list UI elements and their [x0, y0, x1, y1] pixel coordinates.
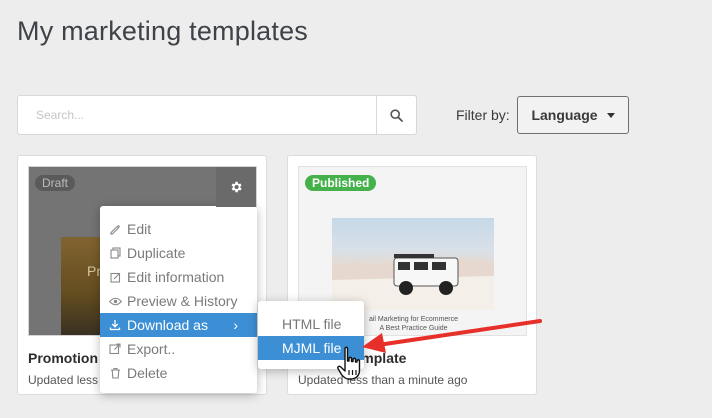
hand-pointer-cursor-icon — [337, 346, 361, 380]
copy-icon — [108, 246, 122, 260]
menu-item-export[interactable]: Export.. — [100, 337, 257, 361]
caret-down-icon — [606, 112, 615, 118]
menu-item-label: Preview & History — [127, 293, 238, 309]
search-box — [17, 95, 417, 135]
menu-item-label: Download as — [127, 317, 208, 333]
pencil-icon — [108, 222, 122, 236]
language-filter-button[interactable]: Language — [517, 96, 629, 134]
menu-item-edit-information[interactable]: Edit information — [100, 265, 257, 289]
search-input[interactable] — [18, 96, 376, 134]
menu-item-download-as[interactable]: Download as › — [100, 313, 257, 337]
menu-item-label: Export.. — [127, 341, 176, 357]
export-icon — [108, 342, 122, 356]
template-settings-button[interactable] — [216, 167, 256, 207]
status-badge: Draft — [35, 175, 76, 191]
trash-icon — [108, 366, 122, 380]
status-badge: Published — [305, 175, 377, 191]
menu-item-label: Delete — [127, 365, 168, 381]
template-updated: Updated less than a minute ago — [298, 373, 468, 387]
gear-icon — [231, 181, 242, 193]
annotation-arrow-icon — [362, 319, 542, 353]
template-updated: Updated less — [28, 373, 99, 387]
eye-icon — [108, 294, 122, 308]
menu-item-label: Edit — [127, 221, 152, 237]
menu-item-label: Duplicate — [127, 245, 186, 261]
menu-item-duplicate[interactable]: Duplicate — [100, 241, 257, 265]
submenu-item-html-file[interactable]: HTML file — [258, 312, 364, 336]
vehicle-photo-illustration — [332, 254, 494, 310]
download-icon — [108, 318, 122, 332]
language-filter-label: Language — [531, 107, 598, 123]
page-title: My marketing templates — [17, 16, 308, 46]
menu-item-delete[interactable]: Delete — [100, 361, 257, 385]
menu-item-label: Edit information — [127, 269, 225, 285]
template-title: Promotion 2 — [28, 350, 110, 366]
menu-item-edit[interactable]: Edit — [100, 217, 257, 241]
menu-item-preview-history[interactable]: Preview & History — [100, 289, 257, 313]
filter-label: Filter by: — [456, 107, 510, 123]
template-context-menu: Edit Duplicate Edit information Preview … — [100, 206, 257, 393]
search-icon — [390, 108, 403, 122]
search-button[interactable] — [376, 96, 416, 134]
chevron-right-icon: › — [233, 317, 238, 333]
template-hero-image — [332, 218, 494, 310]
edit-info-icon — [108, 270, 122, 284]
